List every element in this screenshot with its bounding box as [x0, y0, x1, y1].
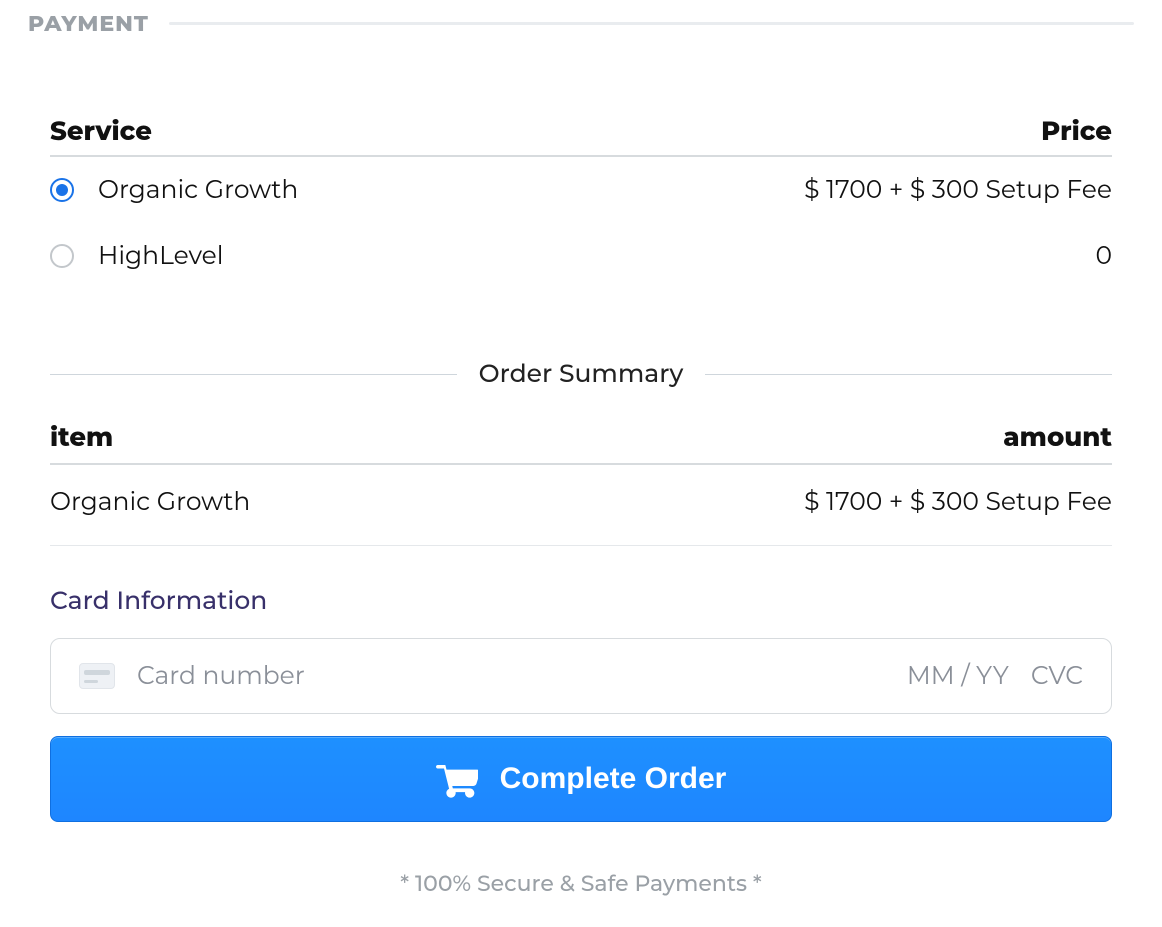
- service-option-label: Organic Growth: [98, 175, 298, 205]
- col-service: Service: [50, 115, 152, 147]
- col-amount: amount: [1003, 421, 1112, 453]
- complete-order-label: Complete Order: [500, 762, 727, 796]
- order-summary-columns: item amount: [50, 389, 1112, 465]
- radio-icon[interactable]: [50, 244, 74, 268]
- order-summary-title: Order Summary: [479, 359, 684, 389]
- divider: [169, 22, 1134, 25]
- card-number-input[interactable]: [137, 661, 885, 691]
- card-input-group[interactable]: MM / YY CVC: [50, 638, 1112, 714]
- service-option-price: 0: [1095, 241, 1112, 271]
- order-summary-row: Organic Growth $ 1700 + $ 300 Setup Fee: [50, 465, 1112, 546]
- payment-section-title: PAYMENT: [28, 10, 149, 37]
- col-item: item: [50, 421, 113, 453]
- service-option-price: $ 1700 + $ 300 Setup Fee: [804, 175, 1112, 205]
- cart-icon: [436, 759, 478, 799]
- service-option-label: HighLevel: [98, 241, 223, 271]
- summary-amount: $ 1700 + $ 300 Setup Fee: [804, 487, 1112, 517]
- card-cvc-placeholder[interactable]: CVC: [1031, 661, 1083, 691]
- col-price: Price: [1041, 115, 1112, 147]
- service-option-organic-growth[interactable]: Organic Growth $ 1700 + $ 300 Setup Fee: [50, 157, 1112, 223]
- radio-icon[interactable]: [50, 178, 74, 202]
- secure-payments-footnote: * 100% Secure & Safe Payments *: [50, 822, 1112, 897]
- complete-order-button[interactable]: Complete Order: [50, 736, 1112, 822]
- credit-card-icon: [79, 663, 115, 689]
- order-summary-header: Order Summary: [50, 289, 1112, 389]
- card-expiry-placeholder[interactable]: MM / YY: [907, 661, 1009, 691]
- service-table-header: Service Price: [50, 37, 1112, 157]
- payment-section-header: PAYMENT: [28, 0, 1134, 37]
- divider: [50, 374, 457, 375]
- summary-item: Organic Growth: [50, 487, 250, 517]
- divider: [705, 374, 1112, 375]
- service-option-highlevel[interactable]: HighLevel 0: [50, 223, 1112, 289]
- card-info-label: Card Information: [50, 546, 1112, 616]
